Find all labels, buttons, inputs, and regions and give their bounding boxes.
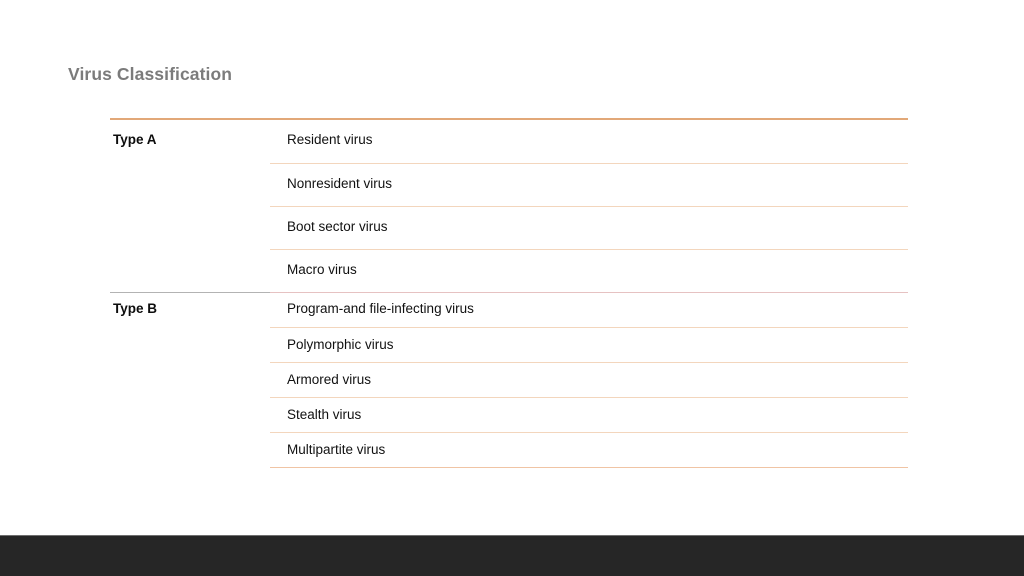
table-row: Boot sector virus [110, 206, 908, 249]
virus-name-cell: Stealth virus [270, 397, 908, 422]
table-bottom-rule [270, 467, 908, 468]
virus-name-cell: Polymorphic virus [270, 327, 908, 352]
table-row: Type A Resident virus [110, 120, 908, 163]
group-label-spacer [110, 163, 270, 175]
virus-name-cell: Boot sector virus [270, 206, 908, 234]
virus-name-cell: Macro virus [270, 249, 908, 277]
group-label-spacer [110, 432, 270, 441]
footer-bar [0, 536, 1024, 576]
virus-name-cell: Resident virus [287, 132, 373, 147]
group-label-spacer [110, 327, 270, 336]
slide-canvas: Virus Classification Type A Resident vir… [0, 0, 1024, 576]
table-row: Macro virus [110, 249, 908, 292]
table-row: Multipartite virus [110, 432, 908, 467]
group-label-spacer [110, 397, 270, 406]
table-group-type-b: Type B Program-and file-infecting virus … [110, 292, 908, 467]
group-label-spacer [110, 249, 270, 261]
group-label-spacer [110, 206, 270, 218]
table-row: Type B Program-and file-infecting virus [110, 292, 908, 327]
table-row: Nonresident virus [110, 163, 908, 206]
virus-name-cell: Nonresident virus [270, 163, 908, 191]
table-row: Stealth virus [110, 397, 908, 432]
page-title: Virus Classification [68, 64, 233, 84]
group-label-type-b: Type B [113, 301, 158, 316]
table-row: Armored virus [110, 362, 908, 397]
virus-name-cell: Program-and file-infecting virus [287, 301, 474, 316]
virus-name-cell: Armored virus [270, 362, 908, 387]
group-label-spacer [110, 362, 270, 371]
table-row: Polymorphic virus [110, 327, 908, 362]
table-group-type-a: Type A Resident virus Nonresident virus … [110, 120, 908, 292]
virus-classification-table: Type A Resident virus Nonresident virus … [110, 118, 908, 468]
virus-name-cell: Multipartite virus [270, 432, 908, 457]
group-label-type-a: Type A [113, 132, 157, 147]
